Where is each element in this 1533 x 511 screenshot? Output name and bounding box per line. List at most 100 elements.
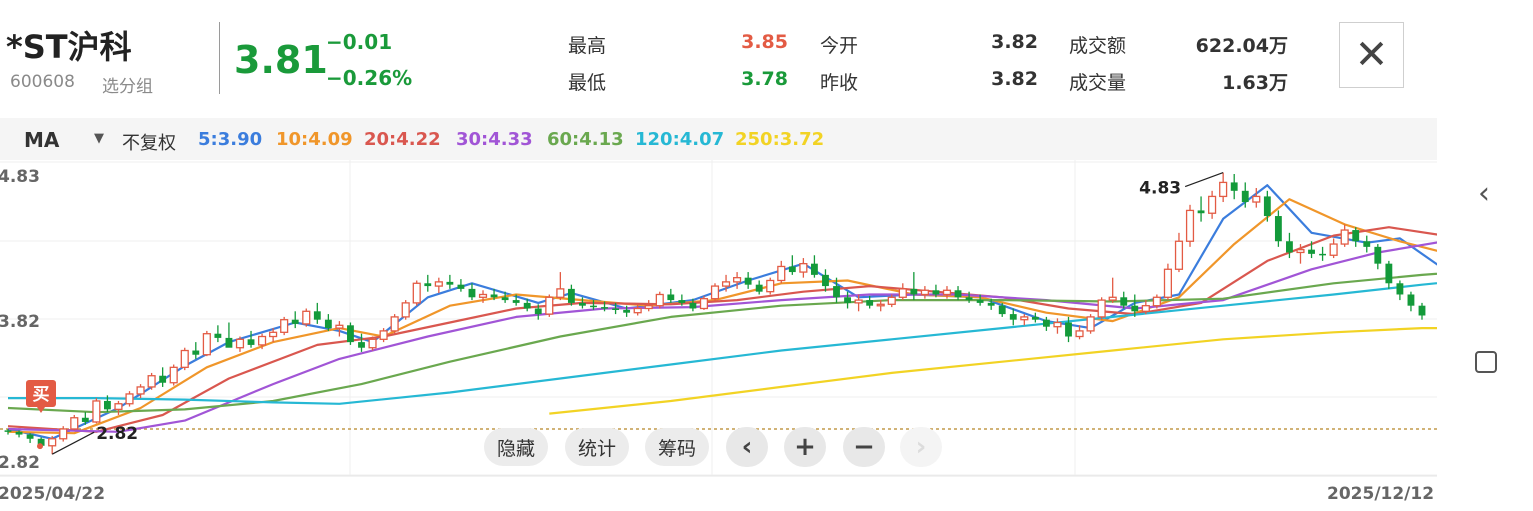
candle-body-up — [942, 289, 952, 296]
start-date: 2025/04/22 — [0, 484, 106, 504]
candle-body-up — [302, 310, 311, 325]
candle-body-down — [1363, 241, 1371, 247]
candle-body-up — [1141, 305, 1150, 312]
watch-group-select[interactable]: 选分组 — [102, 72, 153, 97]
chevron-right-icon: › — [915, 432, 927, 462]
candle-body-up — [258, 335, 267, 346]
caret-down-icon[interactable]: ▼ — [94, 131, 104, 146]
candle-body-up — [887, 296, 896, 305]
candle-body-up — [379, 330, 388, 340]
candle-body-up — [545, 296, 554, 315]
ma-lines — [7, 184, 1437, 440]
candle-body-down — [1120, 297, 1128, 306]
candle-body-up — [235, 338, 245, 349]
candle-body-down — [1352, 230, 1360, 242]
hide-button[interactable]: 隐藏 — [484, 428, 548, 466]
y-axis-label: 4.83 — [0, 167, 40, 187]
candle-body-down — [159, 375, 167, 383]
candle-body-down — [4, 430, 12, 432]
candle-body-down — [1131, 305, 1139, 312]
candle-body-down — [468, 288, 476, 298]
zoom-out-button[interactable]: − — [843, 427, 885, 467]
candle-body-down — [313, 311, 321, 320]
candle-body-up — [766, 279, 775, 293]
candle-body-down — [446, 281, 454, 285]
candle-body-down — [1418, 305, 1426, 316]
candle-body-down — [490, 294, 498, 298]
scroll-right-button[interactable]: › — [900, 427, 942, 467]
candle-body-up — [1053, 321, 1062, 328]
candle-body-up — [1163, 268, 1172, 298]
candle-body-down — [1230, 182, 1238, 191]
high-value: 3.85 — [741, 31, 788, 53]
buy-point — [37, 443, 43, 450]
stock-name: *ST沪科 — [6, 28, 132, 66]
candle-body-up — [1097, 299, 1106, 318]
max-marker-label: 4.83 — [1139, 179, 1181, 199]
ma20-value: 20:4.22 — [364, 129, 441, 150]
candle-body-down — [844, 297, 851, 303]
square-icon[interactable] — [1475, 351, 1497, 373]
candle-body-down — [1286, 241, 1293, 253]
candle-body-down — [192, 350, 200, 355]
candle-body-up — [92, 400, 101, 423]
candle-body-down — [512, 300, 520, 303]
candle-body-down — [1308, 249, 1315, 254]
max-marker-line — [1184, 172, 1224, 188]
close-button[interactable]: ✕ — [1339, 22, 1404, 88]
candle-body-up — [1152, 296, 1161, 307]
prev-close-label: 昨收 — [820, 72, 859, 94]
candle-body-down — [788, 266, 796, 273]
candle-body-up — [1252, 195, 1261, 203]
candle-body-down — [457, 284, 465, 289]
ma120-value: 120:4.07 — [635, 129, 725, 150]
stats-button[interactable]: 统计 — [565, 428, 629, 466]
candle-body-up — [710, 285, 720, 300]
candle-body-down — [324, 319, 332, 329]
adjust-mode[interactable]: 不复权 — [122, 129, 176, 155]
price-change-pct: −0.26% — [326, 66, 413, 90]
ma-line-30 — [7, 241, 1437, 433]
low-value: 3.78 — [741, 68, 788, 90]
candle-body-down — [214, 333, 222, 338]
ma-line-10 — [7, 198, 1437, 435]
candle-body-up — [1329, 243, 1338, 256]
candle-body-down — [1263, 196, 1271, 217]
chips-button[interactable]: 筹码 — [645, 428, 709, 466]
candle-body-up — [335, 324, 344, 329]
candle-body-down — [501, 297, 509, 301]
ma-line-60 — [7, 272, 1437, 414]
candle-body-up — [169, 366, 178, 384]
candle-body-up — [876, 303, 885, 307]
candle-body-up — [114, 403, 123, 411]
candle-body-down — [744, 277, 752, 285]
candle-body-down — [1009, 314, 1017, 320]
ma250-value: 250:3.72 — [735, 129, 825, 150]
chevron-left-icon: ‹ — [741, 432, 753, 462]
candle-body-down — [910, 288, 918, 295]
candle-body-up — [799, 263, 808, 273]
candle-body-down — [810, 263, 818, 275]
candle-body-up — [699, 298, 709, 310]
candle-body-down — [424, 283, 432, 287]
candle-body-up — [70, 417, 79, 430]
candle-body-up — [1219, 181, 1228, 198]
candle-body-down — [689, 302, 697, 309]
min-marker-label: 2.82 — [96, 424, 138, 444]
ma10-value: 10:4.09 — [276, 129, 353, 150]
candle-body-up — [777, 265, 786, 282]
indicator-select[interactable]: MA — [24, 128, 59, 152]
buy-badge-label: 买 — [33, 385, 50, 405]
zoom-in-button[interactable]: + — [784, 427, 826, 467]
kline-chart[interactable]: 4.83 3.82 2.82 4.83 2.82 买 — [0, 160, 1437, 478]
candle-body-down — [103, 400, 111, 410]
stock-code: 600608 — [10, 72, 75, 92]
candle-body-down — [976, 300, 984, 303]
chevron-left-icon[interactable]: ‹ — [1478, 176, 1490, 211]
candle-body-up — [125, 393, 134, 405]
ma30-value: 30:4.33 — [456, 129, 533, 150]
ma60-value: 60:4.13 — [547, 129, 624, 150]
candle-body-down — [1031, 316, 1039, 320]
candle-body-down — [1385, 263, 1393, 284]
scroll-left-button[interactable]: ‹ — [726, 427, 768, 467]
